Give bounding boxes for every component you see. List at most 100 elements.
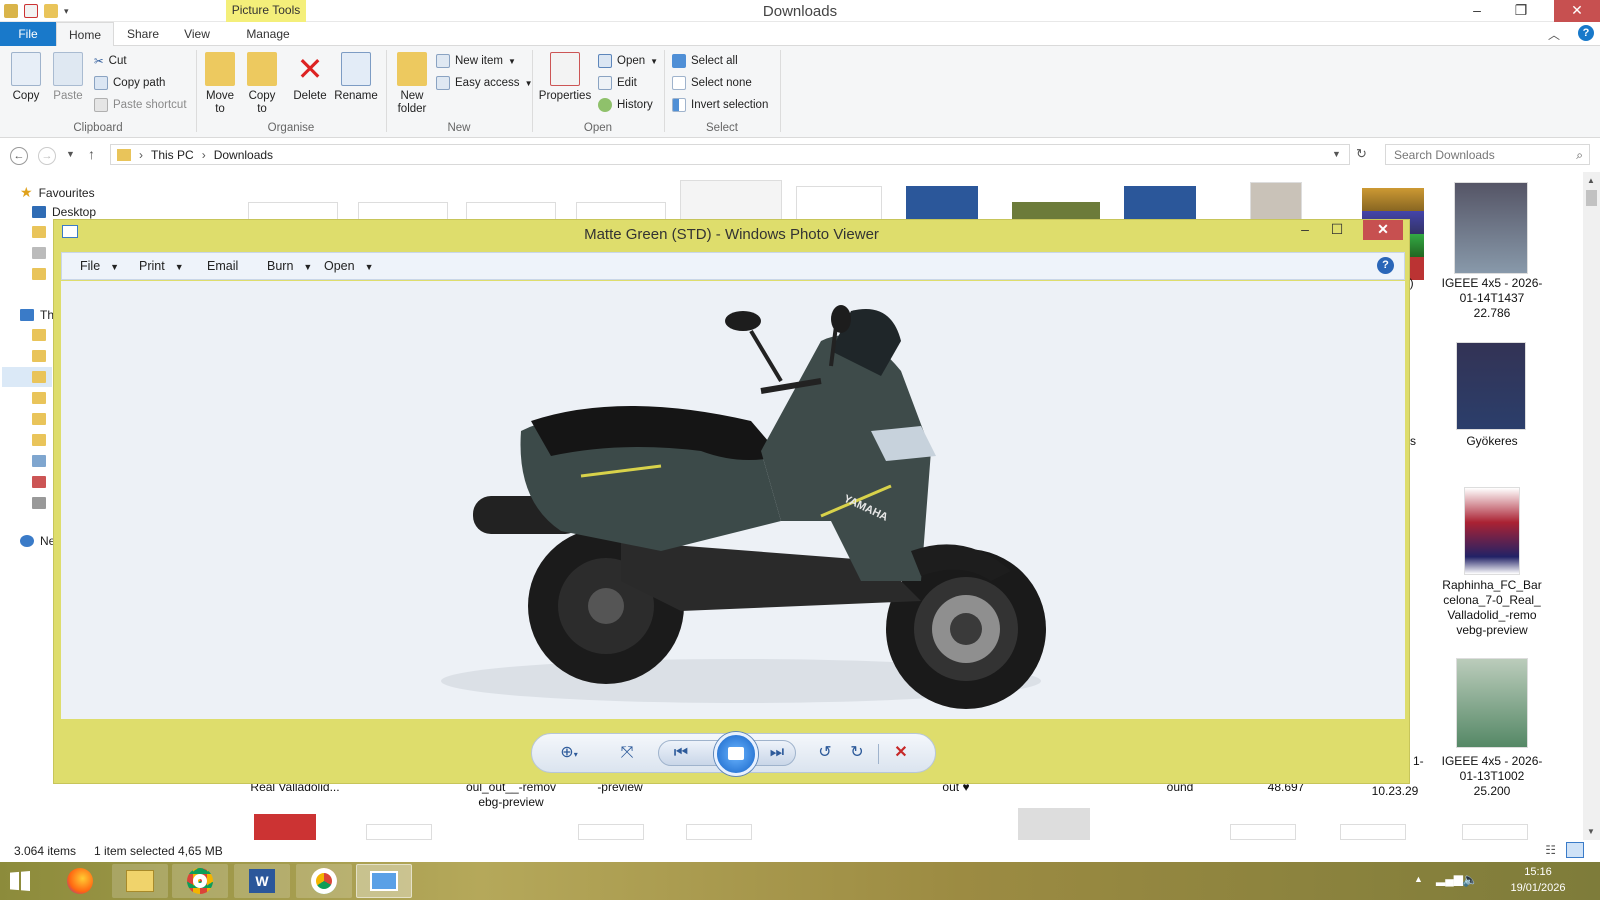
paste-shortcut-button[interactable]: Paste shortcut (94, 96, 187, 114)
pv-minimize-button[interactable]: – (1291, 220, 1319, 240)
scroll-up-icon[interactable]: ▲ (1587, 176, 1595, 185)
network-signal-icon[interactable]: ▂▄▆ (1436, 872, 1463, 886)
scroll-down-icon[interactable]: ▼ (1587, 827, 1595, 836)
word-taskbar-button[interactable]: W (234, 864, 290, 898)
show-hidden-icons-icon[interactable]: ▲ (1414, 874, 1423, 884)
nav-this-pc[interactable]: Th (20, 308, 54, 322)
tab-file[interactable]: File (0, 22, 56, 46)
breadcrumb-downloads[interactable]: Downloads (214, 148, 273, 162)
file-label[interactable]: IGEEE 4x5 - 2026-01-13T1002 25.200 (1440, 754, 1544, 799)
previous-icon[interactable]: ⏮ (670, 743, 692, 763)
chrome-taskbar-button-2[interactable] (296, 864, 352, 898)
copy-path-button[interactable]: Copy path (94, 74, 165, 92)
image-thumbnail[interactable] (1464, 487, 1520, 575)
network-drive-icon[interactable] (32, 476, 46, 488)
file-label[interactable]: oul_out__-remov ebg-preview (456, 780, 566, 810)
folder-icon[interactable] (32, 350, 46, 362)
up-icon[interactable]: ↑ (88, 146, 95, 162)
nav-downloads-selected[interactable] (2, 367, 52, 387)
file-explorer-taskbar-button[interactable] (112, 864, 168, 898)
vertical-scrollbar[interactable]: ▲ ▼ (1583, 172, 1600, 840)
delete-button[interactable]: ✕ Delete (292, 52, 328, 103)
forward-icon[interactable]: → (38, 147, 56, 165)
video-folder-icon[interactable] (32, 434, 46, 446)
properties-button[interactable]: Properties (538, 52, 592, 103)
minimize-button[interactable]: – (1462, 0, 1492, 22)
photo-viewer-taskbar-button[interactable] (356, 864, 412, 898)
address-bar[interactable]: › This PC › Downloads (110, 144, 1350, 165)
cut-button[interactable]: ✂ Cut (94, 52, 127, 70)
select-all-button[interactable]: Select all (672, 52, 738, 70)
file-thumbnail[interactable] (1018, 808, 1090, 840)
select-none-button[interactable]: Select none (672, 74, 752, 92)
file-thumbnail[interactable] (1230, 824, 1296, 840)
copy-to-button[interactable]: Copy to (244, 52, 280, 116)
tab-home[interactable]: Home (56, 22, 114, 47)
winrar-archive-icon[interactable] (254, 814, 316, 840)
pv-menu-file[interactable]: File ▼ (80, 259, 119, 273)
folder-icon[interactable] (32, 329, 46, 341)
nav-network[interactable]: Ne (20, 534, 55, 548)
folder-icon[interactable] (32, 226, 46, 238)
pv-menu-email[interactable]: Email (207, 259, 238, 273)
photo-canvas[interactable]: YAMAHA (61, 281, 1405, 719)
restore-button[interactable]: ❐ (1506, 0, 1536, 22)
windows-start-icon[interactable] (10, 871, 30, 891)
zoom-icon[interactable]: ⊕▾ (558, 743, 580, 763)
file-label[interactable]: IGEEE 4x5 - 2026-01-14T1437 22.786 (1440, 276, 1544, 321)
file-label[interactable]: Gyökeres (1440, 434, 1544, 449)
easy-access-button[interactable]: Easy access ▼ (436, 74, 532, 92)
invert-selection-button[interactable]: Invert selection (672, 96, 768, 114)
image-thumbnail[interactable] (1454, 182, 1528, 274)
file-thumbnail[interactable] (1340, 824, 1406, 840)
file-thumbnail[interactable] (796, 186, 882, 222)
file-thumbnail[interactable] (1462, 824, 1528, 840)
rotate-counterclockwise-icon[interactable]: ↺ (814, 743, 836, 763)
word-document-icon[interactable] (906, 186, 978, 222)
actual-size-icon[interactable]: ⤧ (616, 743, 638, 763)
next-icon[interactable]: ⏭ (766, 743, 788, 763)
search-input[interactable]: Search Downloads ⌕ (1385, 144, 1590, 165)
paste-button[interactable]: Paste (50, 52, 86, 103)
pv-menu-open[interactable]: Open ▼ (324, 259, 374, 273)
details-view-icon[interactable]: ☷ (1545, 843, 1556, 857)
file-label[interactable]: Raphinha_FC_Bar celona_7-0_Real_ Vallado… (1440, 578, 1544, 638)
clock-date[interactable]: 19/01/2026 (1508, 882, 1568, 894)
edit-button[interactable]: Edit (598, 74, 637, 92)
word-document-icon[interactable] (1124, 186, 1196, 222)
new-folder-button[interactable]: New folder (394, 52, 430, 116)
file-thumbnail[interactable] (578, 824, 644, 840)
tab-share[interactable]: Share (118, 22, 168, 46)
back-icon[interactable]: ← (10, 147, 28, 165)
rotate-clockwise-icon[interactable]: ↻ (846, 743, 868, 763)
tab-manage[interactable]: Manage (234, 22, 302, 46)
firefox-taskbar-button[interactable] (52, 864, 108, 898)
delete-icon[interactable]: ✕ (890, 743, 912, 763)
move-to-button[interactable]: Move to (202, 52, 238, 116)
folder-icon[interactable] (32, 392, 46, 404)
volume-icon[interactable]: 🔈 (1462, 872, 1478, 888)
address-dropdown-icon[interactable]: ▼ (1332, 149, 1341, 159)
open-button[interactable]: Open ▼ (598, 52, 658, 70)
pv-menu-burn[interactable]: Burn ▼ (267, 259, 312, 273)
refresh-icon[interactable]: ↻ (1356, 146, 1367, 162)
close-button[interactable]: ✕ (1554, 0, 1600, 22)
file-thumbnail[interactable] (680, 180, 782, 222)
pv-close-button[interactable]: ✕ (1363, 220, 1403, 240)
pv-menu-print[interactable]: Print ▼ (139, 259, 184, 273)
file-thumbnail[interactable] (366, 824, 432, 840)
chrome-taskbar-button[interactable] (172, 864, 228, 898)
file-thumbnail[interactable] (1250, 182, 1302, 222)
folder-icon[interactable] (32, 247, 46, 259)
drive-icon[interactable] (32, 497, 46, 509)
history-button[interactable]: History (598, 96, 653, 114)
help-icon[interactable]: ? (1578, 25, 1594, 41)
scrollbar-thumb[interactable] (1586, 190, 1597, 206)
drive-icon[interactable] (32, 455, 46, 467)
large-icons-view-icon[interactable] (1566, 842, 1584, 858)
nav-desktop[interactable]: Desktop (32, 205, 96, 219)
pv-maximize-button[interactable]: ☐ (1323, 220, 1351, 240)
file-thumbnail[interactable] (686, 824, 752, 840)
image-thumbnail[interactable] (1456, 342, 1526, 430)
nav-favourites[interactable]: ★ Favourites (20, 184, 95, 201)
